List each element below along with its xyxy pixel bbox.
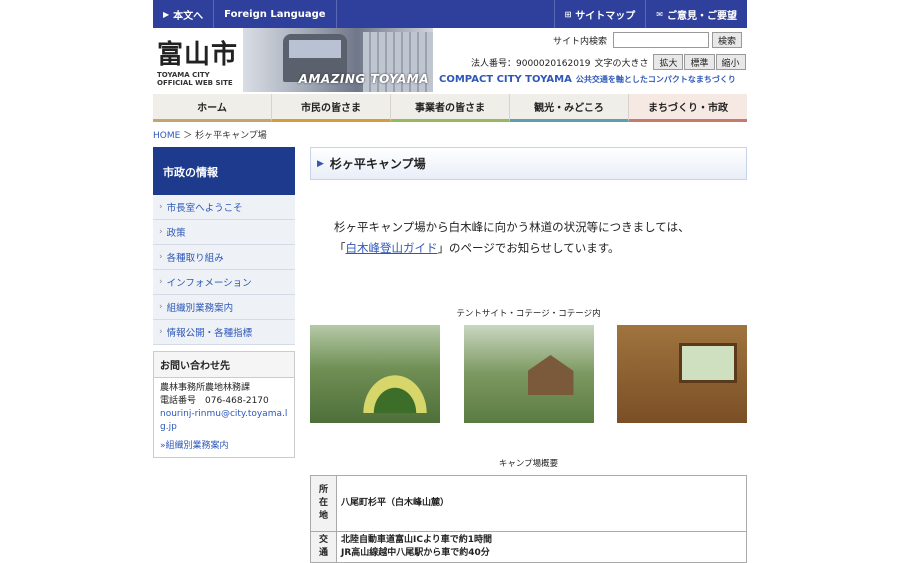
text-size-small-button[interactable]: 縮小 bbox=[715, 54, 746, 70]
contact-phone: 電話番号 076-468-2170 bbox=[160, 396, 269, 406]
chevron-right-icon: › bbox=[159, 202, 163, 212]
sitemap-icon: ⊞ bbox=[564, 9, 572, 19]
chevron-right-icon: › bbox=[159, 302, 163, 312]
sidebar-item-policy[interactable]: › 政策 bbox=[153, 220, 295, 245]
chevron-right-icon: › bbox=[159, 277, 163, 287]
table-value-access: 北陸自動車道富山ICより車で約1時間 JR高山線越中八尾駅から車で約40分 bbox=[336, 531, 747, 563]
header-banner-image: AMAZING TOYAMA bbox=[243, 28, 433, 92]
text-size-buttons: 拡大 標準 縮小 bbox=[652, 54, 746, 70]
table-key-location: 所在地 bbox=[310, 475, 337, 532]
campsite-info-table: 所在地 八尾町杉平（白木峰山麓） 交通 北陸自動車道富山ICより車で約1時間 J… bbox=[310, 475, 747, 563]
sidebar-item-initiatives[interactable]: › 各種取り組み bbox=[153, 245, 295, 270]
breadcrumb-current: 杉ヶ平キャンプ場 bbox=[195, 131, 267, 141]
feedback-link[interactable]: ✉ ご意見・ご要望 bbox=[645, 0, 747, 28]
main-nav: ホーム 市民の皆さま 事業者の皆さま 観光・みどころ まちづくり・市政 bbox=[153, 94, 747, 122]
table-caption: キャンプ場概要 bbox=[498, 459, 559, 469]
sidebar-item-departments[interactable]: › 組織別業務案内 bbox=[153, 295, 295, 320]
search-button[interactable]: 検索 bbox=[712, 32, 743, 48]
arrow-right-icon: ▶ bbox=[163, 9, 170, 19]
text-size-large-button[interactable]: 拡大 bbox=[653, 54, 684, 70]
table-row: 交通 北陸自動車道富山ICより車で約1時間 JR高山線越中八尾駅から車で約40分 bbox=[310, 531, 747, 563]
photo-gallery bbox=[310, 325, 747, 423]
skip-to-content-link[interactable]: ▶ 本文へ bbox=[153, 0, 215, 28]
contact-departments-link[interactable]: »組織別業務案内 bbox=[160, 440, 288, 453]
table-row: 所在地 八尾町杉平（白木峰山麓） bbox=[310, 475, 747, 532]
contact-title: お問い合わせ先 bbox=[154, 352, 294, 378]
site-logo[interactable]: 富山市 TOYAMA CITY OFFICIAL WEB SITE bbox=[157, 34, 247, 87]
table-value-location: 八尾町杉平（白木峰山麓） bbox=[336, 475, 747, 532]
header-info-row: 法人番号：9000020162019 文字の大きさ 拡大 標準 縮小 bbox=[471, 54, 746, 70]
nav-city-administration[interactable]: まちづくり・市政 bbox=[629, 94, 747, 122]
contact-box: お問い合わせ先 農林事務所農地林務課 電話番号 076-468-2170 nou… bbox=[153, 351, 295, 458]
text-size-label: 文字の大きさ bbox=[594, 58, 649, 69]
corporate-number: 法人番号：9000020162019 bbox=[471, 58, 591, 69]
chevron-right-icon: › bbox=[159, 252, 163, 262]
contact-email-link[interactable]: nourinj-rinmu@city.toyama.lg.jp bbox=[160, 408, 288, 434]
nav-citizens[interactable]: 市民の皆さま bbox=[272, 94, 391, 122]
breadcrumb: HOME ＞ 杉ヶ平キャンプ場 bbox=[153, 131, 267, 141]
chevron-right-icon: › bbox=[159, 327, 163, 337]
header: 富山市 TOYAMA CITY OFFICIAL WEB SITE AMAZIN… bbox=[153, 28, 747, 92]
sidebar-item-disclosure[interactable]: › 情報公開・各種指標 bbox=[153, 320, 295, 345]
sidebar-item-mayor[interactable]: › 市長室へようこそ bbox=[153, 195, 295, 220]
sidebar-title: 市政の情報 bbox=[153, 147, 295, 195]
tent-site-photo bbox=[310, 325, 440, 423]
site-search: サイト内検索 検索 bbox=[553, 32, 743, 48]
nav-tourism[interactable]: 観光・みどころ bbox=[510, 94, 629, 122]
tagline: COMPACT CITY TOYAMA 公共交通を軸としたコンパクトなまちづくり bbox=[439, 74, 736, 85]
foreign-language-link[interactable]: Foreign Language bbox=[214, 0, 337, 28]
text-size-normal-button[interactable]: 標準 bbox=[684, 54, 715, 70]
sidebar-item-information[interactable]: › インフォメーション bbox=[153, 270, 295, 295]
cottage-interior-photo bbox=[617, 325, 747, 423]
nav-home[interactable]: ホーム bbox=[153, 94, 272, 122]
photo-caption: テントサイト・コテージ・コテージ内 bbox=[456, 309, 601, 319]
sidebar: 市政の情報 › 市長室へようこそ › 政策 › 各種取り組み › インフォメーション ›… bbox=[153, 147, 295, 458]
sitemap-link[interactable]: ⊞ サイトマップ bbox=[553, 0, 646, 28]
mail-icon: ✉ bbox=[656, 9, 663, 19]
table-key-access: 交通 bbox=[310, 531, 337, 563]
top-bar: ▶ 本文へ Foreign Language ⊞ サイトマップ ✉ ご意見・ご要望 bbox=[153, 0, 747, 28]
nav-business[interactable]: 事業者の皆さま bbox=[391, 94, 510, 122]
search-input[interactable] bbox=[613, 32, 710, 48]
cottage-photo bbox=[463, 325, 594, 423]
shirakimine-guide-link[interactable]: 白木峰登山ガイド bbox=[346, 241, 438, 255]
breadcrumb-home[interactable]: HOME bbox=[153, 131, 180, 141]
contact-department: 農林事務所農地林務課 bbox=[160, 383, 251, 393]
chevron-right-icon: › bbox=[159, 227, 163, 237]
page: ▶ 本文へ Foreign Language ⊞ サイトマップ ✉ ご意見・ご要望 富… bbox=[0, 0, 900, 563]
page-title: ▶ 杉ヶ平キャンプ場 bbox=[310, 147, 747, 180]
intro-text: 杉ヶ平キャンプ場から白木峰に向かう林道の状況等につきましては、 「白木峰登山ガイ… bbox=[334, 220, 690, 255]
main-content: ▶ 杉ヶ平キャンプ場 杉ヶ平キャンプ場から白木峰に向かう林道の状況等につきましては… bbox=[310, 147, 747, 563]
triangle-right-icon: ▶ bbox=[317, 158, 324, 169]
